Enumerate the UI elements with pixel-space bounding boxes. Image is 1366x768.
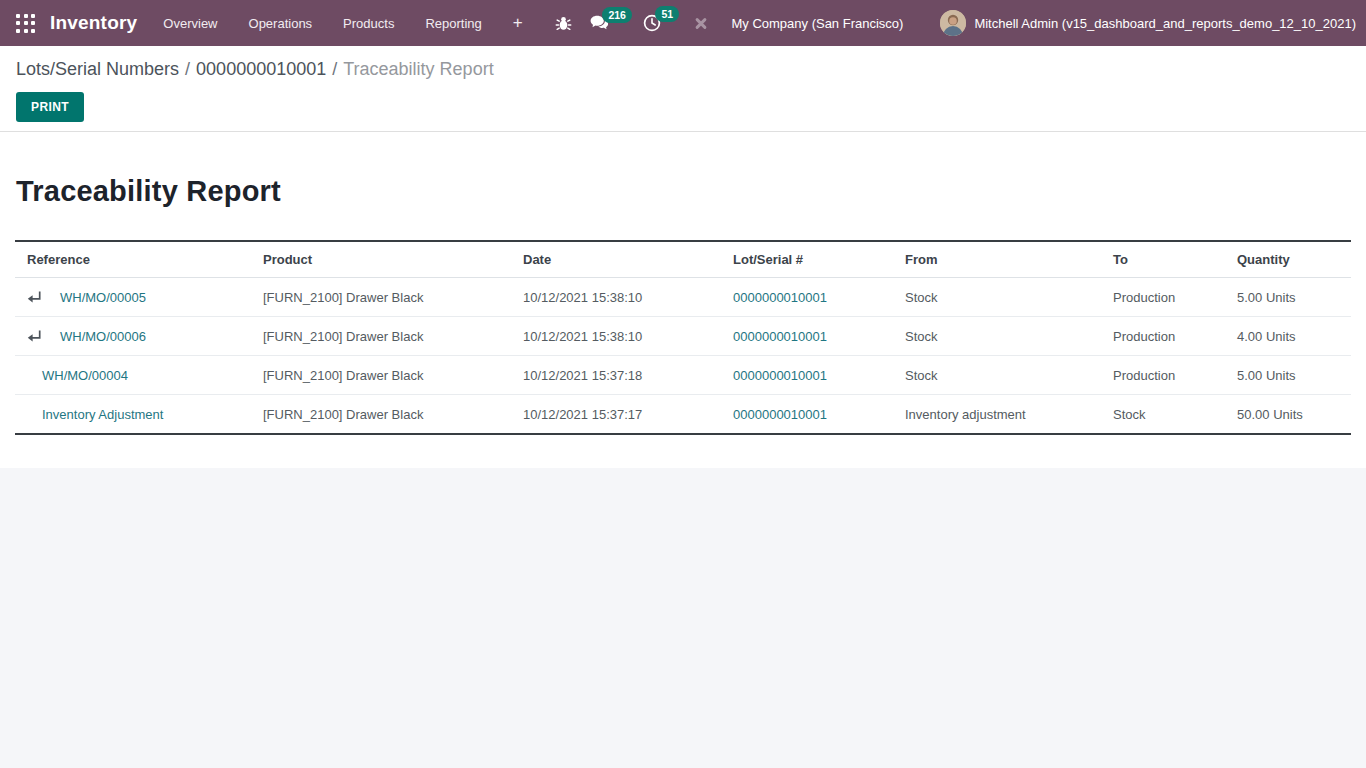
from-cell: Inventory adjustment <box>893 395 1101 435</box>
lot-serial-link[interactable]: 0000000010001 <box>733 329 827 344</box>
column-header-product: Product <box>251 241 511 278</box>
reference-link[interactable]: WH/MO/00005 <box>60 290 146 305</box>
tools-disabled-icon[interactable] <box>693 15 709 31</box>
table-row: WH/MO/00006 [FURN_2100] Drawer Black10/12… <box>15 317 1351 356</box>
lot-cell: 0000000010001 <box>721 317 893 356</box>
date-cell: 10/12/2021 15:37:17 <box>511 395 721 435</box>
apps-menu-icon[interactable] <box>16 14 35 33</box>
lot-cell: 0000000010001 <box>721 278 893 317</box>
column-header-lot-serial-: Lot/Serial # <box>721 241 893 278</box>
from-cell: Stock <box>893 356 1101 395</box>
column-header-date: Date <box>511 241 721 278</box>
reference-link[interactable]: WH/MO/00006 <box>60 329 146 344</box>
table-row: Inventory Adjustment [FURN_2100] Drawer B… <box>15 395 1351 435</box>
plus-icon[interactable]: + <box>513 13 523 33</box>
unfold-arrow-icon[interactable] <box>27 290 60 305</box>
breadcrumb: Lots/Serial Numbers/0000000010001/Tracea… <box>16 58 1350 80</box>
reference-link[interactable]: Inventory Adjustment <box>42 407 163 422</box>
lot-serial-link[interactable]: 0000000010001 <box>733 368 827 383</box>
quantity-cell: 50.00 Units <box>1225 395 1351 435</box>
product-cell: [FURN_2100] Drawer Black <box>251 395 511 435</box>
to-cell: Production <box>1101 356 1225 395</box>
column-header-from: From <box>893 241 1101 278</box>
to-cell: Production <box>1101 278 1225 317</box>
quantity-cell: 4.00 Units <box>1225 317 1351 356</box>
nav-item-overview[interactable]: Overview <box>163 16 217 31</box>
lot-serial-link[interactable]: 0000000010001 <box>733 290 827 305</box>
date-cell: 10/12/2021 15:38:10 <box>511 278 721 317</box>
messages-count-badge: 216 <box>602 7 632 23</box>
top-navbar: Inventory Overview Operations Products R… <box>0 0 1366 46</box>
quantity-cell: 5.00 Units <box>1225 278 1351 317</box>
unfold-arrow-icon[interactable] <box>27 329 60 344</box>
to-cell: Stock <box>1101 395 1225 435</box>
product-cell: [FURN_2100] Drawer Black <box>251 317 511 356</box>
date-cell: 10/12/2021 15:38:10 <box>511 317 721 356</box>
breadcrumb-separator: / <box>179 59 196 79</box>
page-title: Traceability Report <box>16 175 1350 208</box>
nav-item-reporting[interactable]: Reporting <box>425 16 481 31</box>
user-menu[interactable]: Mitchell Admin (v15_dashboard_and_report… <box>974 16 1356 31</box>
breadcrumb-lot-number[interactable]: 0000000010001 <box>196 59 326 79</box>
table-header-row: ReferenceProductDateLot/Serial #FromToQu… <box>15 241 1351 278</box>
table-row: WH/MO/00005 [FURN_2100] Drawer Black10/12… <box>15 278 1351 317</box>
lot-cell: 0000000010001 <box>721 395 893 435</box>
debug-bug-icon[interactable] <box>555 15 572 32</box>
from-cell: Stock <box>893 317 1101 356</box>
breadcrumb-lots-serial-numbers[interactable]: Lots/Serial Numbers <box>16 59 179 79</box>
product-cell: [FURN_2100] Drawer Black <box>251 356 511 395</box>
control-panel: Lots/Serial Numbers/0000000010001/Tracea… <box>0 46 1366 132</box>
activities-count-badge: 51 <box>655 6 679 22</box>
breadcrumb-current: Traceability Report <box>343 59 493 79</box>
reference-link[interactable]: WH/MO/00004 <box>42 368 128 383</box>
lot-cell: 0000000010001 <box>721 356 893 395</box>
table-row: WH/MO/00004 [FURN_2100] Drawer Black10/12… <box>15 356 1351 395</box>
date-cell: 10/12/2021 15:37:18 <box>511 356 721 395</box>
product-cell: [FURN_2100] Drawer Black <box>251 278 511 317</box>
app-name[interactable]: Inventory <box>50 12 137 34</box>
user-avatar[interactable] <box>940 10 966 36</box>
column-header-quantity: Quantity <box>1225 241 1351 278</box>
nav-item-products[interactable]: Products <box>343 16 394 31</box>
print-button[interactable]: PRINT <box>16 92 84 122</box>
company-switcher[interactable]: My Company (San Francisco) <box>731 16 903 31</box>
report-content: Traceability Report ReferenceProductDate… <box>0 132 1366 468</box>
column-header-to: To <box>1101 241 1225 278</box>
breadcrumb-separator: / <box>326 59 343 79</box>
from-cell: Stock <box>893 278 1101 317</box>
traceability-table: ReferenceProductDateLot/Serial #FromToQu… <box>15 240 1351 435</box>
quantity-cell: 5.00 Units <box>1225 356 1351 395</box>
nav-item-operations[interactable]: Operations <box>249 16 313 31</box>
activities-clock-icon[interactable]: 51 <box>643 14 661 32</box>
column-header-reference: Reference <box>15 241 251 278</box>
to-cell: Production <box>1101 317 1225 356</box>
messages-icon[interactable]: 216 <box>590 15 609 31</box>
lot-serial-link[interactable]: 0000000010001 <box>733 407 827 422</box>
